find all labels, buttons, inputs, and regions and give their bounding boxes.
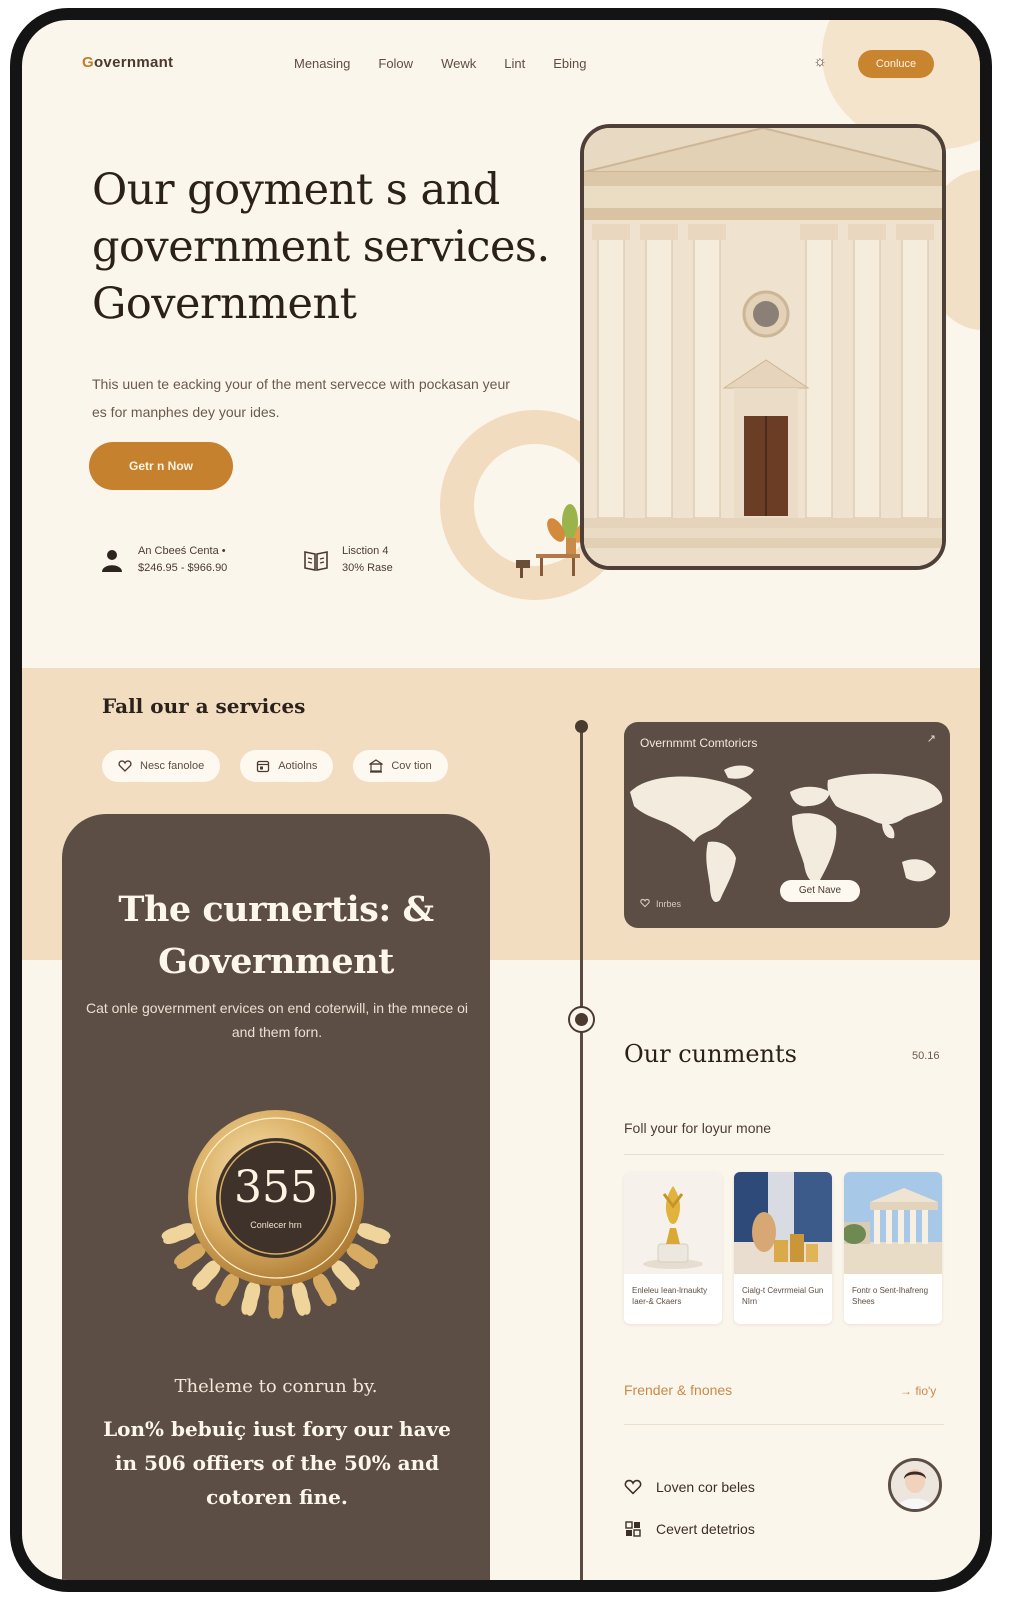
map-card[interactable]: Overnmmt Comtoricrs ↗ Get Nave Inrbes — [624, 722, 950, 928]
trophy-image — [624, 1172, 722, 1274]
services-title: Fall our a services — [102, 694, 306, 718]
stat-value: $246.95 - $966.90 — [138, 562, 228, 574]
friends-title: Frender & fnones — [624, 1382, 733, 1398]
map-footer: Inrbes — [640, 898, 681, 910]
comment-card[interactable]: Cialg-t Cevrrmeial Gun NIrn — [734, 1172, 832, 1324]
timeline-dot — [575, 720, 588, 733]
comments-count: 50.16 — [912, 1050, 940, 1062]
avatar[interactable] — [888, 1458, 942, 1512]
seal-value: 355 — [234, 1162, 318, 1213]
divider — [624, 1154, 944, 1155]
page-screen: Governmant Menasing Folow Wewk Lint Ebin… — [22, 20, 980, 1580]
contact-button[interactable]: Conluce — [858, 50, 934, 78]
book-icon — [302, 546, 330, 574]
service-pill[interactable]: Nesc fanoloe — [102, 750, 221, 782]
timeline-dot — [570, 1008, 593, 1031]
heart-outline-icon — [624, 1478, 642, 1496]
card-caption: Cialg-t Cevrrmeial Gun NIrn — [742, 1286, 824, 1306]
building-icon — [369, 759, 384, 773]
brand-logo[interactable]: Governmant — [82, 54, 173, 71]
divider — [624, 1424, 944, 1425]
feature-body: Lon% bebuiç iust fory our have in 506 of… — [103, 1417, 451, 1509]
device-frame: Governmant Menasing Folow Wewk Lint Ebin… — [10, 8, 992, 1592]
seal-caption: Conlecer hrn — [250, 1220, 302, 1230]
nav-item[interactable]: Ebing — [553, 56, 586, 71]
comment-card[interactable]: Enleleu Iean-lrnaukty Iaer-& Ckaers — [624, 1172, 722, 1324]
comments-title: Our cunments — [624, 1040, 797, 1068]
vases-image — [734, 1172, 832, 1274]
hero-stat: An Cbeeś Centa • $246.95 - $966.90 — [98, 543, 227, 577]
courthouse-image — [844, 1172, 942, 1274]
stat-value: 30% Rase — [342, 562, 393, 574]
sun-icon[interactable]: ☼ — [812, 54, 828, 70]
service-pill[interactable]: Aotiolns — [240, 750, 334, 782]
list-item[interactable]: Loven cor beles — [624, 1478, 755, 1496]
government-building-image — [580, 124, 946, 570]
feature-description: Cat onle government ervices on end coter… — [85, 1000, 469, 1040]
timeline-line — [580, 728, 583, 1580]
logo-initial: G — [82, 54, 94, 71]
feature-lead: Theleme to conrun by. — [174, 1376, 378, 1397]
card-caption: Fontr o Sent-Ihafreng Shees — [852, 1286, 929, 1306]
stat-label: Lisction 4 — [342, 545, 389, 557]
stat-label: An Cbeeś Centa • — [138, 545, 226, 557]
comment-card[interactable]: Fontr o Sent-Ihafreng Shees — [844, 1172, 942, 1324]
friends-link[interactable]: → fio'y — [900, 1384, 936, 1398]
feature-title: The curnertis: & Government — [118, 889, 434, 982]
logo-text: overnmant — [93, 54, 174, 71]
heart-icon — [118, 759, 132, 773]
hero-title: Our goyment s and government services. G… — [92, 165, 550, 329]
card-caption: Enleleu Iean-lrnaukty Iaer-& Ckaers — [632, 1286, 708, 1306]
get-now-button[interactable]: Get Nave — [780, 880, 860, 902]
list-item[interactable]: Cevert detetrios — [624, 1520, 755, 1538]
list-item-label: Loven cor beles — [656, 1479, 755, 1495]
list-item-label: Cevert detetrios — [656, 1521, 755, 1537]
service-pills: Nesc fanoloe Aotiolns Cov tion — [102, 750, 448, 782]
get-started-button[interactable]: Getr n Now — [89, 442, 233, 490]
comments-subtitle: Foll your for loyur mone — [624, 1120, 772, 1136]
nav-item[interactable]: Lint — [504, 56, 525, 71]
map-footer-label: Inrbes — [656, 899, 682, 909]
nav-item[interactable]: Wewk — [441, 56, 476, 71]
comment-cards: Enleleu Iean-lrnaukty Iaer-& Ckaers Cial… — [624, 1172, 942, 1324]
calendar-icon — [256, 759, 270, 773]
pill-label: Aotiolns — [278, 760, 318, 772]
person-icon — [98, 546, 126, 574]
pill-label: Nesc fanoloe — [140, 760, 205, 772]
hero-description: This uuen te eacking your of the ment se… — [92, 376, 510, 420]
heart-icon — [640, 898, 650, 910]
laurel-leaf — [268, 1285, 284, 1319]
service-pill[interactable]: Cov tion — [353, 750, 448, 782]
hero-stat: Lisction 4 30% Rase — [302, 543, 393, 577]
pill-label: Cov tion — [391, 760, 432, 772]
grid-icon — [624, 1520, 642, 1538]
main-nav: Menasing Folow Wewk Lint Ebing — [294, 56, 586, 71]
nav-item[interactable]: Menasing — [294, 56, 350, 71]
nav-item[interactable]: Folow — [378, 56, 413, 71]
